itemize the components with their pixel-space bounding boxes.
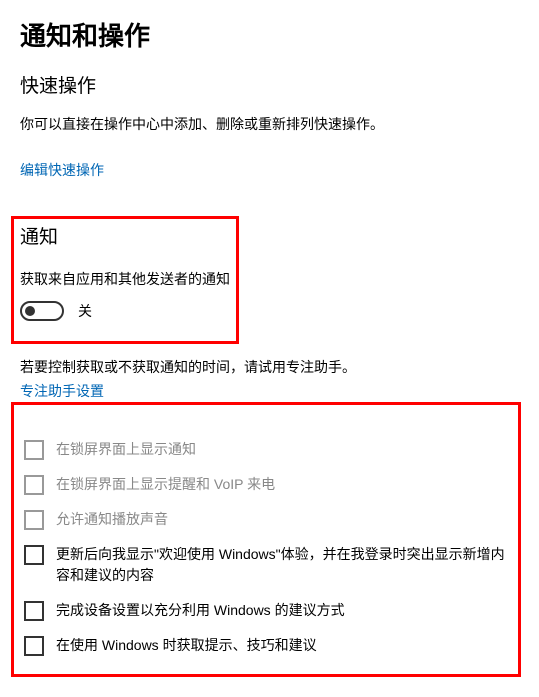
highlight-box-notification-options: 在锁屏界面上显示通知在锁屏界面上显示提醒和 VoIP 来电允许通知播放声音更新后…	[11, 402, 521, 677]
notification-option-row: 在使用 Windows 时获取提示、技巧和建议	[24, 635, 508, 656]
get-notifications-label: 获取来自应用和其他发送者的通知	[20, 270, 230, 290]
notifications-toggle[interactable]	[20, 301, 64, 321]
toggle-state-label: 关	[78, 302, 92, 322]
notification-option-checkbox[interactable]	[24, 601, 44, 621]
notification-option-label: 在锁屏界面上显示通知	[56, 439, 196, 460]
notification-option-row: 更新后向我显示"欢迎使用 Windows"体验，并在我登录时突出显示新增内容和建…	[24, 544, 508, 586]
notification-options-list: 在锁屏界面上显示通知在锁屏界面上显示提醒和 VoIP 来电允许通知播放声音更新后…	[24, 439, 508, 656]
page-title: 通知和操作	[20, 18, 519, 54]
notification-option-row: 完成设备设置以充分利用 Windows 的建议方式	[24, 600, 508, 621]
quick-actions-description: 你可以直接在操作中心中添加、删除或重新排列快速操作。	[20, 115, 519, 135]
notification-option-checkbox	[24, 440, 44, 460]
notification-option-row: 在锁屏界面上显示通知	[24, 439, 508, 460]
notification-option-label: 在使用 Windows 时获取提示、技巧和建议	[56, 635, 317, 656]
notification-option-checkbox[interactable]	[24, 636, 44, 656]
notification-option-label: 完成设备设置以充分利用 Windows 的建议方式	[56, 600, 345, 621]
toggle-knob	[25, 306, 35, 316]
edit-quick-actions-link[interactable]: 编辑快速操作	[20, 161, 104, 181]
notifications-title: 通知	[20, 225, 230, 252]
notification-option-row: 在锁屏界面上显示提醒和 VoIP 来电	[24, 474, 508, 495]
focus-assist-hint: 若要控制获取或不获取通知的时间，请试用专注助手。	[20, 358, 519, 378]
notification-option-checkbox[interactable]	[24, 545, 44, 565]
focus-assist-settings-link[interactable]: 专注助手设置	[20, 382, 104, 402]
notification-option-row: 允许通知播放声音	[24, 509, 508, 530]
notification-option-label: 允许通知播放声音	[56, 509, 168, 530]
notification-option-label: 更新后向我显示"欢迎使用 Windows"体验，并在我登录时突出显示新增内容和建…	[56, 544, 508, 586]
highlight-box-notifications-toggle: 通知 获取来自应用和其他发送者的通知 关	[11, 216, 239, 344]
notification-option-checkbox	[24, 510, 44, 530]
notification-option-label: 在锁屏界面上显示提醒和 VoIP 来电	[56, 474, 275, 495]
quick-actions-title: 快速操作	[20, 74, 519, 101]
notification-option-checkbox	[24, 475, 44, 495]
